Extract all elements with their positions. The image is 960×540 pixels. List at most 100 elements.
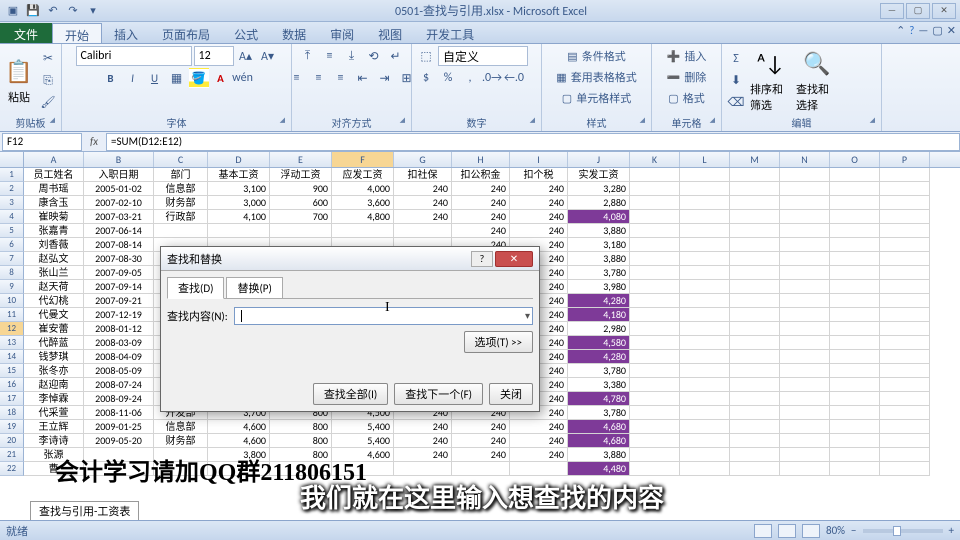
cell[interactable] xyxy=(880,364,930,378)
cell[interactable]: 赵弘文 xyxy=(24,252,84,266)
file-tab[interactable]: 文件 xyxy=(0,23,52,43)
cell[interactable] xyxy=(880,336,930,350)
cell[interactable] xyxy=(680,238,730,252)
cell[interactable] xyxy=(880,252,930,266)
col-header[interactable]: O xyxy=(830,152,880,167)
row-header[interactable]: 16 xyxy=(0,378,24,392)
sheet-tab-active[interactable]: 查找与引用-工资表 xyxy=(30,501,139,521)
cell[interactable]: 3,880 xyxy=(568,224,630,238)
cell[interactable] xyxy=(880,182,930,196)
cell[interactable]: 2008-04-09 xyxy=(84,350,154,364)
cell[interactable]: 2009-01-25 xyxy=(84,420,154,434)
cell[interactable] xyxy=(208,224,270,238)
align-center-icon[interactable]: ≡ xyxy=(309,68,329,88)
comma-icon[interactable]: , xyxy=(460,68,480,88)
row-header[interactable]: 9 xyxy=(0,280,24,294)
cell[interactable]: 行政部 xyxy=(154,210,208,224)
cell[interactable] xyxy=(830,378,880,392)
cell[interactable]: 3,780 xyxy=(568,364,630,378)
cell[interactable]: 3,600 xyxy=(332,196,394,210)
cell[interactable] xyxy=(680,168,730,182)
table-format-button[interactable]: ▦套用表格格式 xyxy=(556,67,636,87)
cell[interactable]: 信息部 xyxy=(154,182,208,196)
cell[interactable] xyxy=(880,434,930,448)
cell[interactable] xyxy=(680,434,730,448)
cell[interactable] xyxy=(630,238,680,252)
cell[interactable] xyxy=(880,406,930,420)
col-header[interactable]: P xyxy=(880,152,930,167)
cell[interactable] xyxy=(880,350,930,364)
cell[interactable]: 3,000 xyxy=(208,196,270,210)
align-right-icon[interactable]: ≡ xyxy=(331,68,351,88)
col-header[interactable]: C xyxy=(154,152,208,167)
cell[interactable]: 2008-11-06 xyxy=(84,406,154,420)
cell[interactable] xyxy=(730,266,780,280)
cell[interactable] xyxy=(730,364,780,378)
cell[interactable] xyxy=(510,462,568,476)
cell[interactable] xyxy=(680,252,730,266)
cell[interactable] xyxy=(830,364,880,378)
row-header[interactable]: 20 xyxy=(0,434,24,448)
cell[interactable] xyxy=(680,392,730,406)
cell[interactable] xyxy=(780,196,830,210)
redo-icon[interactable]: ↷ xyxy=(64,2,82,20)
cell[interactable]: 财务部 xyxy=(154,434,208,448)
number-format-icon[interactable]: ⬚ xyxy=(416,46,436,66)
cell[interactable] xyxy=(730,322,780,336)
cell[interactable]: 240 xyxy=(452,182,510,196)
cell[interactable] xyxy=(730,392,780,406)
cell[interactable]: 赵天荷 xyxy=(24,280,84,294)
undo-icon[interactable]: ↶ xyxy=(44,2,62,20)
dialog-titlebar[interactable]: 查找和替换 ? ✕ xyxy=(161,247,539,271)
cell[interactable]: 4,280 xyxy=(568,350,630,364)
cell[interactable]: 2008-07-24 xyxy=(84,378,154,392)
close-icon[interactable]: ✕ xyxy=(932,3,956,19)
cell[interactable] xyxy=(730,168,780,182)
cell[interactable] xyxy=(680,308,730,322)
cell[interactable]: 240 xyxy=(452,196,510,210)
cell[interactable]: 240 xyxy=(510,210,568,224)
cell[interactable] xyxy=(730,196,780,210)
close-button[interactable]: 关闭 xyxy=(489,383,533,405)
cell[interactable]: 代幻桃 xyxy=(24,294,84,308)
col-header[interactable]: F xyxy=(332,152,394,167)
cell[interactable]: 240 xyxy=(452,448,510,462)
help-icon[interactable]: ? xyxy=(909,24,914,37)
cell[interactable]: 3,780 xyxy=(568,266,630,280)
cell[interactable] xyxy=(780,168,830,182)
header-cell[interactable]: 扣社保 xyxy=(394,168,452,182)
cell[interactable] xyxy=(880,280,930,294)
cell[interactable]: 4,000 xyxy=(332,182,394,196)
cell[interactable] xyxy=(630,182,680,196)
cell[interactable] xyxy=(880,224,930,238)
cell[interactable] xyxy=(780,406,830,420)
cell[interactable] xyxy=(630,434,680,448)
row-header[interactable]: 17 xyxy=(0,392,24,406)
cell[interactable] xyxy=(630,336,680,350)
cell[interactable] xyxy=(154,224,208,238)
cell[interactable]: 4,600 xyxy=(208,420,270,434)
sort-filter-button[interactable]: ᴬ↓排序和筛选 xyxy=(750,48,792,114)
cell[interactable] xyxy=(680,448,730,462)
cell[interactable] xyxy=(780,280,830,294)
indent-inc-icon[interactable]: ⇥ xyxy=(375,68,395,88)
cell[interactable] xyxy=(730,182,780,196)
cell[interactable]: 4,480 xyxy=(568,462,630,476)
cell[interactable] xyxy=(630,364,680,378)
cell[interactable]: 2,880 xyxy=(568,196,630,210)
font-color-icon[interactable]: A xyxy=(211,68,231,88)
cell[interactable] xyxy=(630,308,680,322)
col-header[interactable]: L xyxy=(680,152,730,167)
minimize-icon[interactable]: — xyxy=(880,3,904,19)
cell[interactable] xyxy=(680,350,730,364)
cell[interactable] xyxy=(630,406,680,420)
cell[interactable]: 3,380 xyxy=(568,378,630,392)
cell[interactable] xyxy=(680,336,730,350)
win-min-icon[interactable]: — xyxy=(918,24,928,37)
cell[interactable]: 2007-09-14 xyxy=(84,280,154,294)
cell[interactable] xyxy=(880,308,930,322)
find-next-button[interactable]: 查找下一个(F) xyxy=(394,383,483,405)
tab-formulas[interactable]: 公式 xyxy=(222,23,270,43)
cell[interactable]: 代醉蓝 xyxy=(24,336,84,350)
cell[interactable] xyxy=(680,266,730,280)
